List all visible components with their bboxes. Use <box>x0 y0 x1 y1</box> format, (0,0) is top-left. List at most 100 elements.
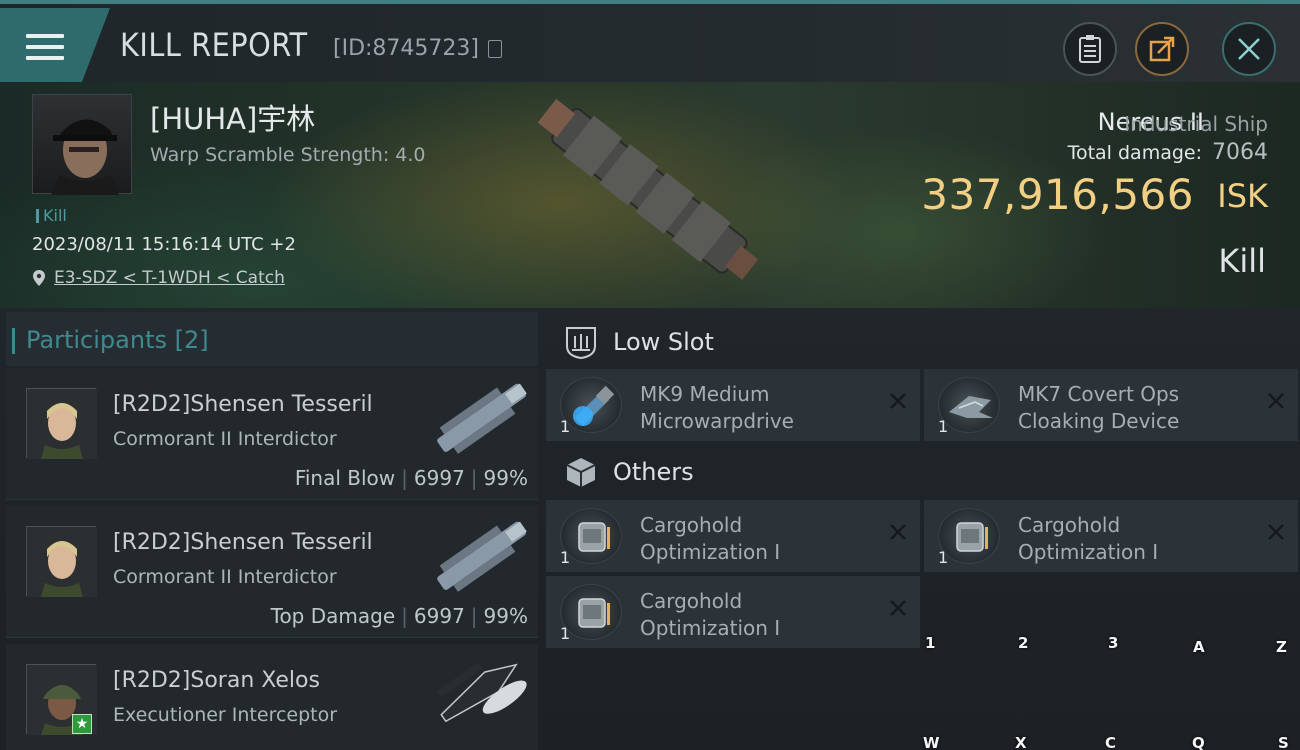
participants-title: Participants [2] <box>12 326 209 354</box>
module-name-line1: Cargohold <box>640 513 743 537</box>
star-badge-icon: ★ <box>72 714 92 734</box>
destroyed-x-icon <box>1268 393 1284 409</box>
key-hint: Z <box>1276 638 1287 656</box>
participant-ship: Cormorant II Interdictor <box>113 566 337 588</box>
module-quantity: 1 <box>938 548 949 567</box>
module-item[interactable]: 1 Cargohold Optimization I <box>924 500 1298 572</box>
menu-button[interactable] <box>0 8 110 82</box>
hamburger-icon <box>26 34 64 62</box>
participant-name: [R2D2]Shensen Tesseril <box>113 392 373 417</box>
page-title: KILL REPORT <box>120 26 308 64</box>
participant-ship-image <box>436 662 527 723</box>
kill-location-link[interactable]: E3-SDZ < T-1WDH < Catch <box>54 268 285 288</box>
victim-ship-image <box>537 98 759 280</box>
module-quantity: 1 <box>938 417 949 436</box>
share-icon <box>1149 36 1175 62</box>
victim-portrait[interactable] <box>32 94 132 195</box>
destroyed-x-icon <box>890 600 906 616</box>
module-name-line2: Optimization I <box>640 616 781 640</box>
total-damage-value: 7064 <box>1212 140 1268 165</box>
destroyed-x-icon <box>1268 524 1284 540</box>
key-hint: S <box>1278 734 1289 750</box>
key-hint: W <box>923 734 940 750</box>
victim-banner: [HUHA]宇林 Warp Scramble Strength: 4.0 Kil… <box>0 82 1300 308</box>
low-slot-header: Low Slot <box>545 314 1300 372</box>
isk-unit: ISK <box>1217 177 1268 215</box>
module-name: Cargohold Optimization I <box>1018 512 1158 566</box>
participant-avatar <box>26 388 97 459</box>
participant-damage: 6997 <box>413 466 465 490</box>
participants-header: Participants [2] <box>6 312 538 366</box>
participant-name: [R2D2]Soran Xelos <box>113 668 320 693</box>
participant-ship-image <box>437 383 527 454</box>
copy-icon[interactable] <box>488 40 502 58</box>
module-name: MK7 Covert Ops Cloaking Device <box>1018 381 1179 435</box>
module-quantity: 1 <box>560 624 571 643</box>
participant-percent: 99% <box>483 604 528 628</box>
victim-name[interactable]: [HUHA]宇林 <box>150 96 315 138</box>
participant-ship-image <box>437 521 527 592</box>
close-button[interactable] <box>1222 22 1276 76</box>
clipboard-icon <box>1079 35 1101 63</box>
warp-scramble-strength: Warp Scramble Strength: 4.0 <box>150 144 426 166</box>
module-quantity: 1 <box>560 548 571 567</box>
low-slot-icon <box>566 327 596 360</box>
module-item[interactable]: 1 Cargohold Optimization I <box>546 500 920 572</box>
participant-portrait-image <box>27 389 97 459</box>
key-hint: Q <box>1192 734 1205 750</box>
destroyed-x-icon <box>890 524 906 540</box>
header-bar: KILL REPORT [ID:8745723] <box>0 0 1300 82</box>
module-name-line2: Microwarpdrive <box>640 409 794 433</box>
participant-portrait-image <box>27 527 97 597</box>
victim-ship-class: Industrial Ship <box>1124 112 1268 136</box>
participant-card[interactable]: [R2D2]Shensen Tesseril Cormorant II Inte… <box>6 368 538 500</box>
module-name: MK9 Medium Microwarpdrive <box>640 381 794 435</box>
clipboard-button[interactable] <box>1063 22 1117 76</box>
module-name-line1: Cargohold <box>640 589 743 613</box>
module-quantity: 1 <box>560 417 571 436</box>
participant-card[interactable]: ★ [R2D2]Soran Xelos Executioner Intercep… <box>6 644 538 750</box>
key-hint: X <box>1015 734 1027 750</box>
key-hint: C <box>1105 734 1117 750</box>
location-pin-icon <box>33 270 45 286</box>
key-hint: 2 <box>1018 634 1029 652</box>
key-hint: 3 <box>1108 634 1119 652</box>
participant-ship: Executioner Interceptor <box>113 704 338 726</box>
key-hint: 1 <box>925 634 936 652</box>
participant-avatar <box>26 526 97 597</box>
kill-tag: Kill <box>36 206 67 225</box>
module-name: Cargohold Optimization I <box>640 512 780 566</box>
participant-ship: Cormorant II Interdictor <box>113 428 337 450</box>
participant-damage: 6997 <box>413 604 465 628</box>
participant-role: Top Damage <box>270 604 396 628</box>
kill-report-screen: KILL REPORT [ID:8745723] [HUHA]宇林 Warp S… <box>0 0 1300 750</box>
kill-datetime: 2023/08/11 15:16:14 UTC +2 <box>32 234 296 255</box>
total-damage-label: Total damage: <box>1067 142 1202 164</box>
report-id: [ID:8745723] <box>333 36 479 61</box>
isk-value: 337,916,566 <box>921 170 1194 219</box>
participant-stats: Top Damage | 6997 | 99% <box>270 604 528 628</box>
module-name-line2: Optimization I <box>640 540 781 564</box>
module-name-line1: Cargohold <box>1018 513 1121 537</box>
module-name-line2: Cloaking Device <box>1018 409 1180 433</box>
module-name-line1: MK7 Covert Ops <box>1018 382 1180 406</box>
close-icon <box>1238 38 1260 60</box>
module-name-line1: MK9 Medium <box>640 382 770 406</box>
others-header: Others <box>545 444 1300 502</box>
pilot-avatar-image <box>51 119 119 195</box>
participant-card[interactable]: [R2D2]Shensen Tesseril Cormorant II Inte… <box>6 506 538 638</box>
module-name-line2: Optimization I <box>1018 540 1159 564</box>
participant-name: [R2D2]Shensen Tesseril <box>113 530 373 555</box>
low-slot-title: Low Slot <box>613 328 714 356</box>
result-label: Kill <box>1218 242 1266 280</box>
share-button[interactable] <box>1135 22 1189 76</box>
module-item[interactable]: 1 MK7 Covert Ops Cloaking Device <box>924 369 1298 441</box>
others-title: Others <box>613 458 694 486</box>
participant-percent: 99% <box>483 466 528 490</box>
module-item[interactable]: 1 MK9 Medium Microwarpdrive <box>546 369 920 441</box>
participant-role: Final Blow <box>294 466 396 490</box>
destroyed-x-icon <box>890 393 906 409</box>
module-name: Cargohold Optimization I <box>640 588 780 642</box>
module-item[interactable]: 1 Cargohold Optimization I <box>546 576 920 648</box>
key-hint: A <box>1193 638 1205 656</box>
